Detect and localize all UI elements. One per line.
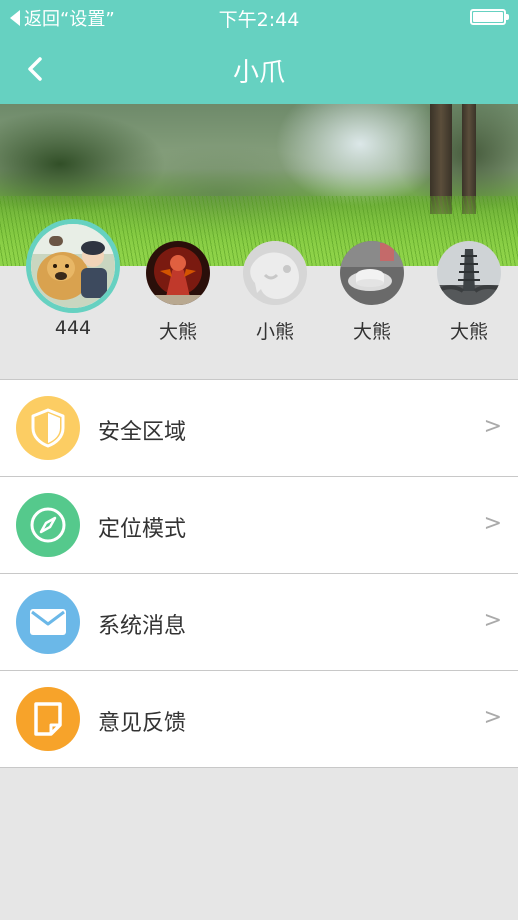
device-avatar-444[interactable] xyxy=(26,219,120,313)
cup-photo xyxy=(340,241,404,305)
dog-and-child-photo xyxy=(31,224,115,308)
device-label-xiaoxiong: 小熊 xyxy=(255,321,294,343)
battery-icon xyxy=(470,9,509,25)
device-avatar-daxiong-1[interactable] xyxy=(146,241,210,305)
chevron-right-icon: > xyxy=(483,608,502,633)
menu-label-feedback: 意见反馈 xyxy=(98,711,187,736)
red-figure-photo xyxy=(146,241,210,305)
device-label-daxiong-2: 大熊 xyxy=(352,321,391,343)
status-bar: 返回“设置” 下午2:44 xyxy=(0,0,518,34)
menu-label-system-messages: 系统消息 xyxy=(98,614,187,639)
page-title: 小爪 xyxy=(232,58,285,88)
envelope-icon xyxy=(16,590,80,654)
menu-label-safe-zone: 安全区域 xyxy=(98,420,187,445)
device-label-444: 444 xyxy=(54,317,92,339)
device-label-daxiong-1: 大熊 xyxy=(158,321,197,343)
menu-label-location-mode: 定位模式 xyxy=(98,517,187,542)
compass-icon xyxy=(16,493,80,557)
device-label-daxiong-3: 大熊 xyxy=(449,321,488,343)
pagoda-photo xyxy=(437,241,501,305)
menu-item-feedback[interactable]: 意见反馈 > xyxy=(0,671,518,768)
settings-menu: 安全区域 > 定位模式 > 系统消息 > 意见反馈 > xyxy=(0,379,518,768)
feedback-note-icon xyxy=(16,687,80,751)
menu-item-system-messages[interactable]: 系统消息 > xyxy=(0,574,518,671)
menu-item-safe-zone[interactable]: 安全区域 > xyxy=(0,380,518,477)
device-avatar-daxiong-2[interactable] xyxy=(340,241,404,305)
chevron-right-icon: > xyxy=(483,705,502,730)
chevron-right-icon: > xyxy=(483,511,502,536)
chevron-right-icon: > xyxy=(483,414,502,439)
device-avatar-daxiong-3[interactable] xyxy=(437,241,501,305)
shield-icon xyxy=(16,396,80,460)
menu-item-location-mode[interactable]: 定位模式 > xyxy=(0,477,518,574)
default-avatar-icon xyxy=(243,241,307,305)
nav-bar: 小爪 xyxy=(0,34,518,104)
device-avatar-xiaoxiong[interactable] xyxy=(243,241,307,305)
status-time: 下午2:44 xyxy=(218,9,300,31)
